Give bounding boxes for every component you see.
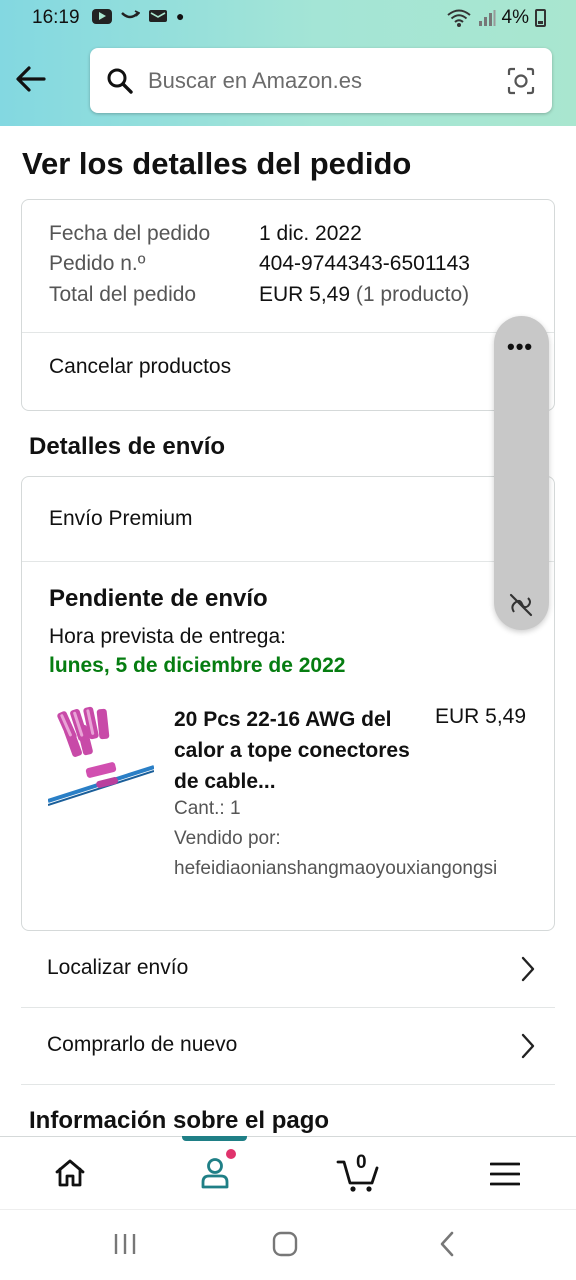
track-shipment-row[interactable]: Localizar envío [21, 931, 555, 1008]
notification-dot-icon: ● [176, 8, 185, 24]
divider [22, 561, 554, 562]
search-bar[interactable]: Buscar en Amazon.es [90, 48, 552, 113]
amazon-smile-icon [121, 10, 140, 19]
shipping-card: Envío Premium Pendiente de envío Hora pr… [21, 476, 555, 931]
product-quantity: Cant.: 1 [174, 798, 241, 819]
divider [22, 332, 554, 333]
order-total-value: EUR 5,49 [259, 283, 351, 306]
recent-apps-icon[interactable] [112, 1230, 138, 1258]
battery-percent: 4% [501, 7, 529, 28]
signal-icon [478, 10, 496, 26]
shipping-status: Pendiente de envío [49, 585, 268, 612]
order-date-value: 1 dic. 2022 [259, 222, 362, 245]
back-button[interactable] [14, 62, 54, 102]
product-price: EUR 5,49 [435, 705, 527, 728]
floating-side-panel[interactable]: ••• [494, 316, 549, 630]
cart-count: 0 [356, 1152, 367, 1173]
hide-panel-icon[interactable] [508, 592, 534, 618]
user-icon [201, 1158, 229, 1189]
order-total-count: (1 producto) [355, 283, 470, 306]
search-icon [107, 68, 133, 94]
product-title[interactable]: 20 Pcs 22-16 AWG del calor a tope conect… [174, 704, 424, 797]
eta-date: lunes, 5 de diciembre de 2022 [49, 654, 346, 677]
more-options-icon[interactable]: ••• [507, 334, 533, 360]
arrow-left-icon [16, 66, 46, 92]
chevron-right-icon [521, 1033, 535, 1059]
eta-label: Hora prevista de entrega: [49, 625, 286, 648]
order-number-value: 404-9744343-6501143 [259, 252, 470, 275]
back-system-icon[interactable] [436, 1230, 458, 1258]
order-summary-card: Fecha del pedido 1 dic. 2022 Pedido n.º … [21, 199, 555, 411]
status-bar: 16:19 ● 4% [0, 0, 576, 36]
seller-name[interactable]: hefeidiaonianshangmaoyouxiangongsi [174, 858, 497, 880]
order-number-label: Pedido n.º [49, 252, 146, 275]
nav-menu[interactable] [465, 1137, 545, 1209]
order-date-label: Fecha del pedido [49, 222, 211, 245]
buy-again-row[interactable]: Comprarlo de nuevo [21, 1008, 555, 1085]
notification-badge [226, 1149, 236, 1159]
home-icon [55, 1159, 85, 1187]
product-image[interactable] [48, 705, 154, 809]
bottom-navigation: 0 [0, 1136, 576, 1209]
youtube-icon [92, 8, 112, 24]
system-navigation-bar [0, 1209, 576, 1280]
sold-by-label: Vendido por: [174, 828, 281, 849]
hamburger-menu-icon [490, 1162, 520, 1186]
buy-again-label: Comprarlo de nuevo [47, 1033, 238, 1056]
shipping-method: Envío Premium [49, 507, 193, 530]
shipping-section-title: Detalles de envío [29, 433, 226, 460]
nav-home[interactable] [30, 1137, 110, 1209]
cancel-products-link[interactable]: Cancelar productos [49, 355, 231, 379]
order-total-label: Total del pedido [49, 283, 197, 306]
status-time: 16:19 [32, 7, 80, 28]
nav-account[interactable] [175, 1137, 255, 1209]
wifi-icon [446, 9, 471, 27]
page-title: Ver los detalles del pedido [22, 146, 412, 181]
track-shipment-label: Localizar envío [47, 956, 189, 979]
app-header: 16:19 ● 4% Buscar en Amazon.es [0, 0, 576, 126]
message-icon [149, 10, 167, 22]
home-button-icon[interactable] [272, 1230, 298, 1258]
camera-search-icon[interactable] [506, 66, 536, 96]
battery-icon [535, 9, 546, 27]
chevron-right-icon [521, 956, 535, 982]
search-input[interactable]: Buscar en Amazon.es [148, 68, 362, 94]
payment-section-title: Información sobre el pago [29, 1107, 330, 1134]
